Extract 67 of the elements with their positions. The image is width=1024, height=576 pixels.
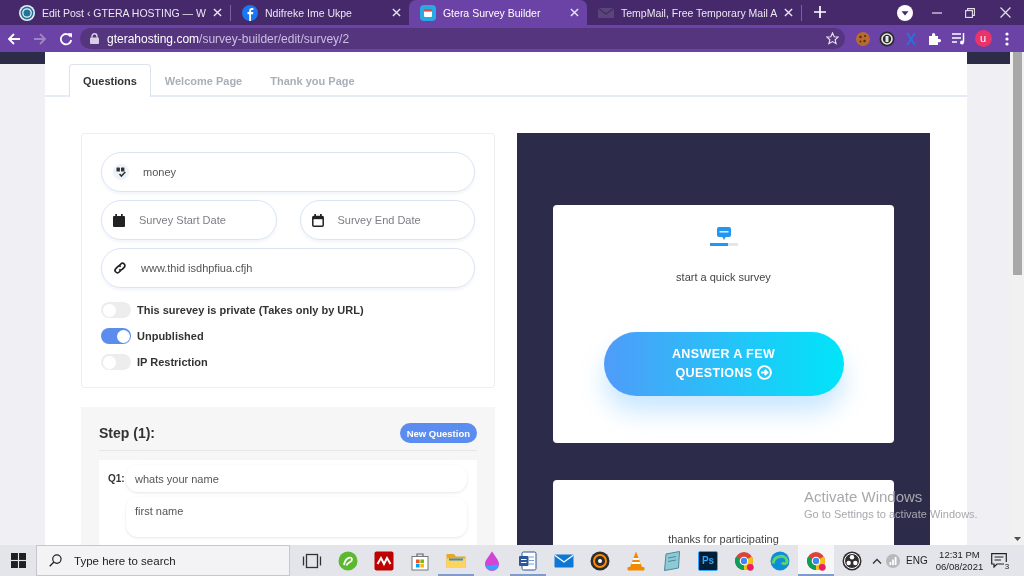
taskbar-button[interactable]: Ps: [690, 545, 726, 576]
dots-circle-icon: [842, 550, 862, 571]
segmented-circle-icon: [806, 550, 826, 571]
calendar-icon: [311, 213, 324, 227]
thanks-message: thanks for participating: [668, 533, 779, 545]
arrow-circle-icon: [756, 365, 772, 380]
round-logo-icon: [19, 4, 35, 21]
speech-bubble-icon: [709, 227, 738, 246]
link-icon: [113, 261, 127, 275]
close-icon[interactable]: [569, 8, 579, 17]
ring-icon[interactable]: [879, 30, 895, 47]
document-icon: [518, 550, 538, 571]
language-indicator[interactable]: ENG: [906, 555, 928, 566]
question-number: Q1:: [108, 472, 126, 484]
paper-icon: [662, 550, 682, 571]
app-tile-icon: [419, 4, 436, 21]
plus-icon[interactable]: [814, 6, 827, 18]
caret-up-icon[interactable]: [872, 557, 882, 564]
address-bar[interactable]: gterahosting.com/survey-builder/edit/survey/2: [80, 28, 845, 49]
puzzle-icon[interactable]: [927, 30, 943, 47]
f-logo-icon: [241, 4, 258, 21]
browser-tab[interactable]: Gtera Survey Builder: [408, 0, 587, 25]
question-field[interactable]: whats your name: [126, 465, 467, 492]
search-icon: [49, 554, 62, 567]
minimize-icon[interactable]: [932, 11, 942, 14]
toggle-label: Unpublished: [137, 330, 204, 342]
toggle-label: IP Restriction: [137, 356, 208, 368]
toggle-label: This surevey is private (Takes only by URL): [137, 304, 364, 316]
drop-icon: [482, 550, 502, 571]
shopping-bag-icon: [410, 550, 430, 571]
answer-field[interactable]: first name: [126, 497, 467, 537]
close-icon[interactable]: [212, 8, 222, 17]
notification-button[interactable]: 3: [987, 545, 1012, 576]
notification-icon: [991, 553, 1008, 568]
caret-circle-icon[interactable]: [897, 4, 913, 21]
lock-icon: [90, 33, 99, 44]
clock-date[interactable]: 06/08/2021: [935, 560, 984, 573]
close-icon[interactable]: [999, 7, 1011, 18]
calendar-icon: [113, 213, 125, 227]
restore-icon[interactable]: [965, 7, 975, 18]
swirl-circle-icon: [338, 550, 358, 571]
clock-time[interactable]: 12:31 PM: [939, 548, 980, 561]
browser-tab[interactable]: TempMail, Free Temporary Mail A: [586, 0, 802, 25]
close-icon[interactable]: [391, 8, 401, 17]
wave-circle-icon: [770, 550, 790, 571]
windows-logo-icon[interactable]: [10, 553, 26, 568]
reload-icon[interactable]: [59, 31, 73, 46]
scroll-down-arrow-icon[interactable]: [1013, 537, 1021, 541]
close-icon[interactable]: [784, 8, 794, 17]
zigzag-tile-icon: [374, 550, 394, 571]
more-menu-icon[interactable]: [1005, 31, 1009, 46]
profile-avatar[interactable]: u: [974, 30, 992, 47]
step-title: Step (1):: [99, 424, 155, 443]
search-field[interactable]: Type here to search: [36, 545, 290, 576]
cone-icon: [626, 550, 646, 571]
disc-icon: [590, 550, 610, 571]
editor-tab[interactable]: Questions: [69, 64, 151, 97]
playlist-icon[interactable]: [951, 30, 967, 47]
toggle-switch[interactable]: [101, 328, 131, 344]
welcome-message: start a quick survey: [676, 270, 771, 284]
scrollbar-thumb[interactable]: [1012, 52, 1022, 275]
back-arrow-icon[interactable]: [7, 31, 21, 46]
browser-tab[interactable]: Edit Post ‹ GTERA HOSTING — W: [8, 0, 230, 25]
star-icon[interactable]: [826, 32, 839, 45]
browser-tab[interactable]: Ndifreke Ime Ukpe: [230, 0, 409, 25]
segmented-circle-icon: [734, 550, 754, 571]
check-mark-icon: [113, 164, 129, 180]
